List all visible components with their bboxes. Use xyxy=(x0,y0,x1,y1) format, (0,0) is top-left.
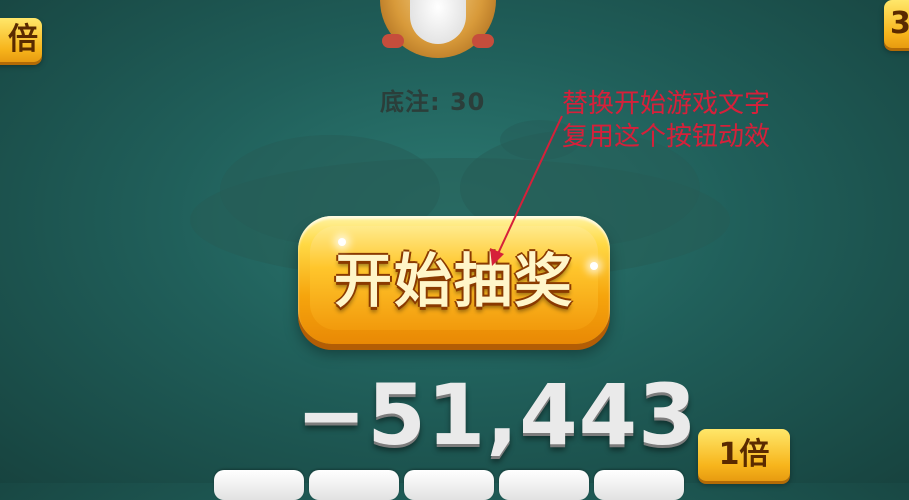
multiplier-badge-left: 倍 xyxy=(0,18,42,62)
sparkle-icon xyxy=(590,262,598,270)
design-annotation: 替换开始游戏文字 复用这个按钮动效 xyxy=(562,88,770,154)
avatar-belly xyxy=(410,0,466,44)
card[interactable] xyxy=(499,470,589,500)
player-avatar[interactable] xyxy=(380,0,496,58)
card[interactable] xyxy=(594,470,684,500)
sparkle-icon xyxy=(338,238,346,246)
annotation-line-2: 复用这个按钮动效 xyxy=(562,122,771,152)
card[interactable] xyxy=(214,470,304,500)
hand-cards xyxy=(214,470,724,500)
multiplier-badge-left-label: 倍 xyxy=(8,22,38,57)
avatar-right-claw-icon xyxy=(472,34,494,48)
score-value: −51,443 xyxy=(296,366,698,464)
card[interactable] xyxy=(309,470,399,500)
annotation-line-1: 替换开始游戏文字 xyxy=(562,89,771,119)
card[interactable] xyxy=(404,470,494,500)
annotation-arrow-icon xyxy=(490,115,563,266)
multiplier-badge-bottom-label: 1倍 xyxy=(718,437,770,472)
multiplier-badge-right-label: 3 xyxy=(890,6,909,41)
multiplier-badge-right: 3 xyxy=(884,0,909,48)
avatar-left-claw-icon xyxy=(382,34,404,48)
